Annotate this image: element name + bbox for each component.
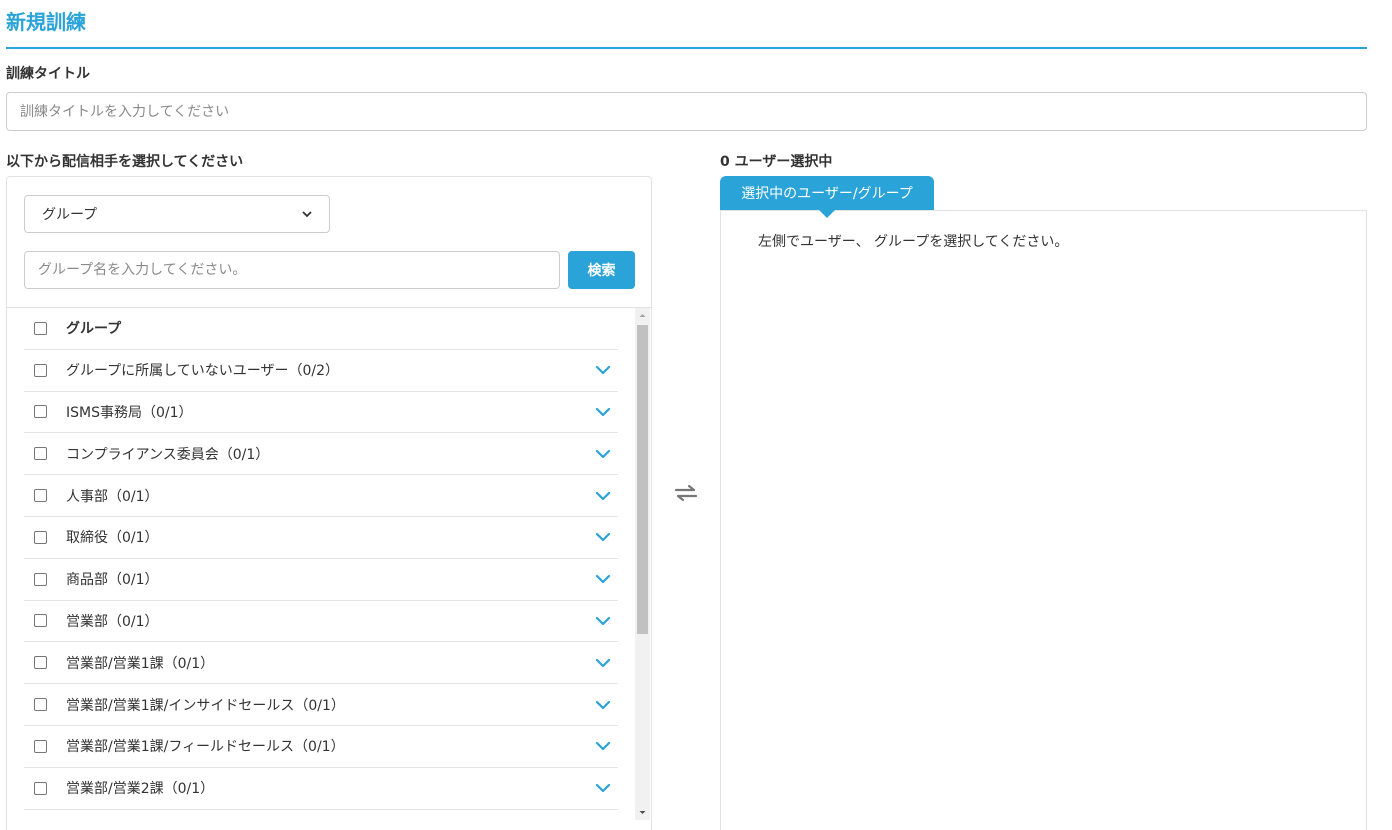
group-label: 営業部/営業1課/フィールドセールス（0/1） bbox=[66, 739, 345, 756]
scroll-thumb[interactable] bbox=[637, 325, 648, 634]
chevron-down-icon[interactable] bbox=[595, 657, 611, 669]
chevron-down-icon[interactable] bbox=[595, 448, 611, 460]
type-select-value: グループ bbox=[42, 207, 98, 223]
group-label: 取締役（0/1） bbox=[66, 530, 159, 547]
tab-selected-users-groups[interactable]: 選択中のユーザー/グループ bbox=[720, 176, 934, 210]
group-list: グループ グループに所属していないユーザー（0/2） ISMS事務局（0/1） コン… bbox=[24, 308, 618, 810]
group-row[interactable]: 商品部（0/1） bbox=[24, 559, 618, 601]
group-search-input[interactable] bbox=[24, 251, 560, 289]
selection-panel: 左側でユーザー、 グループを選択してください。 bbox=[720, 210, 1367, 830]
group-label: 営業部（0/1） bbox=[66, 613, 159, 630]
group-row[interactable]: 営業部/営業1課/インサイドセールス（0/1） bbox=[24, 684, 618, 726]
group-checkbox[interactable] bbox=[34, 572, 47, 586]
search-button[interactable]: 検索 bbox=[568, 251, 635, 289]
group-label: 商品部（0/1） bbox=[66, 572, 159, 589]
tab-pointer bbox=[818, 209, 836, 218]
group-checkbox[interactable] bbox=[34, 363, 47, 377]
group-row[interactable]: グループに所属していないユーザー（0/2） bbox=[24, 350, 618, 392]
group-label: 営業部/営業1課/インサイドセールス（0/1） bbox=[66, 697, 345, 714]
group-label: 営業部/営業2課（0/1） bbox=[66, 781, 215, 798]
group-checkbox[interactable] bbox=[34, 781, 47, 795]
group-checkbox[interactable] bbox=[34, 405, 47, 419]
page-title: 新規訓練 bbox=[6, 10, 86, 34]
group-label: 人事部（0/1） bbox=[66, 488, 159, 505]
group-label: ISMS事務局（0/1） bbox=[66, 404, 193, 421]
chevron-down-icon[interactable] bbox=[595, 782, 611, 794]
group-checkbox[interactable] bbox=[34, 489, 47, 503]
group-checkbox[interactable] bbox=[34, 614, 47, 628]
group-checkbox[interactable] bbox=[34, 698, 47, 712]
group-checkbox[interactable] bbox=[34, 447, 47, 461]
scroll-down-icon[interactable] bbox=[635, 805, 650, 820]
group-checkbox[interactable] bbox=[34, 739, 47, 753]
chevron-down-icon[interactable] bbox=[595, 364, 611, 376]
group-row[interactable]: コンプライアンス委員会（0/1） bbox=[24, 433, 618, 476]
chevron-down-icon[interactable] bbox=[595, 615, 611, 627]
list-header-row: グループ bbox=[24, 308, 618, 350]
chevron-down-icon[interactable] bbox=[595, 406, 611, 418]
recipients-panel: グループ 検索 グループ グループに所属していないユーザー（0/2） ISMS事務… bbox=[6, 176, 652, 830]
title-input[interactable] bbox=[6, 92, 1367, 131]
group-row[interactable]: 営業部/営業1課/フィールドセールス（0/1） bbox=[24, 726, 618, 768]
group-label: グループに所属していないユーザー（0/2） bbox=[66, 363, 339, 380]
group-row[interactable]: 人事部（0/1） bbox=[24, 475, 618, 517]
title-field-label: 訓練タイトル bbox=[6, 66, 90, 82]
group-row[interactable]: 営業部/営業1課（0/1） bbox=[24, 642, 618, 685]
group-label: コンプライアンス委員会（0/1） bbox=[66, 446, 270, 463]
select-all-checkbox[interactable] bbox=[34, 321, 47, 335]
title-rule bbox=[6, 47, 1367, 49]
group-row[interactable]: 営業部（0/1） bbox=[24, 601, 618, 643]
chevron-down-icon[interactable] bbox=[595, 531, 611, 543]
chevron-down-icon[interactable] bbox=[595, 699, 611, 711]
scrollbar[interactable] bbox=[635, 308, 650, 820]
chevron-down-icon bbox=[302, 210, 312, 217]
group-row[interactable]: 取締役（0/1） bbox=[24, 517, 618, 559]
scroll-up-icon[interactable] bbox=[635, 308, 650, 323]
chevron-down-icon[interactable] bbox=[595, 490, 611, 502]
recipients-heading: 以下から配信相手を選択してください bbox=[6, 154, 244, 170]
group-checkbox[interactable] bbox=[34, 656, 47, 670]
group-checkbox[interactable] bbox=[34, 530, 47, 544]
group-row[interactable]: ISMS事務局（0/1） bbox=[24, 392, 618, 434]
group-label: 営業部/営業1課（0/1） bbox=[66, 655, 215, 672]
list-header-label: グループ bbox=[66, 321, 122, 338]
chevron-down-icon[interactable] bbox=[595, 740, 611, 752]
empty-selection-message: 左側でユーザー、 グループを選択してください。 bbox=[758, 234, 1069, 250]
type-select[interactable]: グループ bbox=[24, 195, 330, 233]
swap-arrows-icon[interactable] bbox=[674, 483, 698, 503]
selected-count: 0 ユーザー選択中 bbox=[720, 154, 833, 170]
chevron-down-icon[interactable] bbox=[595, 573, 611, 585]
group-row[interactable]: 営業部/営業2課（0/1） bbox=[24, 768, 618, 810]
